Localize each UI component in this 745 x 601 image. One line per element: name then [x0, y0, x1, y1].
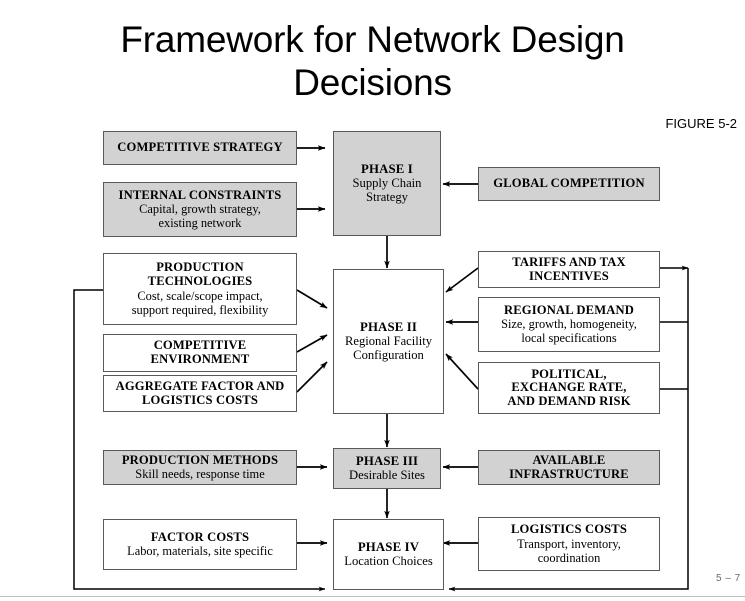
box-phase-4-detail: Location Choices [344, 554, 433, 569]
box-competitive-strategy[interactable]: COMPETITIVE STRATEGY [103, 131, 297, 165]
box-tariffs-title-2: INCENTIVES [529, 268, 609, 283]
box-regional-demand-detail-1: Size, growth, homogeneity, [501, 317, 637, 332]
box-phase-2[interactable]: PHASE II Regional Facility Configuration [333, 269, 444, 414]
box-internal-constraints[interactable]: INTERNAL CONSTRAINTS Capital, growth str… [103, 182, 297, 237]
box-global-competition-title: GLOBAL COMPETITION [493, 176, 645, 191]
box-phase-2-detail-1: Regional Facility [344, 334, 433, 349]
box-phase-4[interactable]: PHASE IV Location Choices [333, 519, 444, 590]
page-number: 5 – 7 [716, 573, 741, 584]
box-regional-demand-title: REGIONAL DEMAND [504, 302, 634, 317]
box-internal-constraints-title: INTERNAL CONSTRAINTS [118, 187, 282, 202]
box-phase-1-detail-1: Supply Chain [352, 176, 422, 191]
box-logistics-costs[interactable]: LOGISTICS COSTS Transport, inventory, co… [478, 517, 660, 571]
box-regional-demand[interactable]: REGIONAL DEMAND Size, growth, homogeneit… [478, 297, 660, 352]
box-phase-3-title: PHASE III [355, 453, 419, 468]
box-production-technologies[interactable]: PRODUCTION TECHNOLOGIES Cost, scale/scop… [103, 253, 297, 325]
box-production-technologies-title-1: PRODUCTION [156, 260, 244, 275]
figure-label: FIGURE 5-2 [665, 116, 737, 131]
box-global-competition[interactable]: GLOBAL COMPETITION [478, 167, 660, 201]
box-factor-costs-detail: Labor, materials, site specific [127, 544, 273, 559]
box-competitive-environment-title-2: ENVIRONMENT [150, 352, 250, 366]
box-phase-2-title: PHASE II [359, 319, 418, 334]
box-phase-3-detail: Desirable Sites [349, 468, 425, 483]
page-title: Framework for Network Design Decisions [120, 19, 625, 103]
box-production-technologies-detail-1: Cost, scale/scope impact, [137, 288, 263, 303]
slide-canvas: Framework for Network Design Decisions F… [0, 0, 745, 601]
box-tariffs-title-1: TARIFFS AND TAX [512, 254, 626, 269]
box-phase-1[interactable]: PHASE I Supply Chain Strategy [333, 131, 441, 236]
box-political-title-2: EXCHANGE RATE, [511, 380, 627, 395]
box-political-title-3: AND DEMAND RISK [507, 393, 631, 408]
box-phase-1-title: PHASE I [361, 161, 413, 176]
box-phase-2-detail-2: Configuration [353, 348, 424, 363]
box-phase-1-detail-2: Strategy [366, 190, 408, 205]
box-phase-4-title: PHASE IV [357, 539, 420, 554]
box-tariffs-and-tax-incentives[interactable]: TARIFFS AND TAX INCENTIVES [478, 251, 660, 288]
box-internal-constraints-detail-2: existing network [158, 216, 242, 231]
box-competitive-strategy-title: COMPETITIVE STRATEGY [117, 140, 283, 155]
slide-bottom-rule [0, 596, 745, 597]
box-political-title-1: POLITICAL, [531, 366, 607, 381]
box-factor-costs[interactable]: FACTOR COSTS Labor, materials, site spec… [103, 519, 297, 570]
box-available-infrastructure[interactable]: AVAILABLE INFRASTRUCTURE [478, 450, 660, 485]
box-production-technologies-title-2: TECHNOLOGIES [147, 274, 253, 288]
box-internal-constraints-detail-1: Capital, growth strategy, [139, 202, 261, 217]
box-production-methods[interactable]: PRODUCTION METHODS Skill needs, response… [103, 450, 297, 485]
box-competitive-environment[interactable]: COMPETITIVE ENVIRONMENT [103, 334, 297, 372]
box-competitive-environment-title-1: COMPETITIVE [153, 338, 247, 353]
box-factor-costs-title: FACTOR COSTS [150, 529, 250, 544]
box-logistics-costs-detail-2: coordination [537, 550, 601, 565]
box-logistics-costs-detail-1: Transport, inventory, [517, 536, 621, 551]
box-production-methods-detail: Skill needs, response time [135, 467, 265, 482]
box-aggregate-factor-title-1: AGGREGATE FACTOR AND [115, 378, 285, 393]
box-logistics-costs-title: LOGISTICS COSTS [511, 522, 627, 537]
box-political-exchange-rate-demand-risk[interactable]: POLITICAL, EXCHANGE RATE, AND DEMAND RIS… [478, 362, 660, 414]
box-available-infrastructure-title-1: AVAILABLE [532, 452, 606, 467]
box-production-methods-title: PRODUCTION METHODS [121, 452, 279, 467]
box-regional-demand-detail-2: local specifications [521, 331, 617, 346]
box-aggregate-factor-title-2: LOGISTICS COSTS [142, 392, 258, 407]
box-available-infrastructure-title-2: INFRASTRUCTURE [509, 466, 629, 481]
box-aggregate-factor-logistics-costs[interactable]: AGGREGATE FACTOR AND LOGISTICS COSTS [103, 375, 297, 412]
box-phase-3[interactable]: PHASE III Desirable Sites [333, 448, 441, 489]
box-production-technologies-detail-2: support required, flexibility [131, 302, 269, 317]
